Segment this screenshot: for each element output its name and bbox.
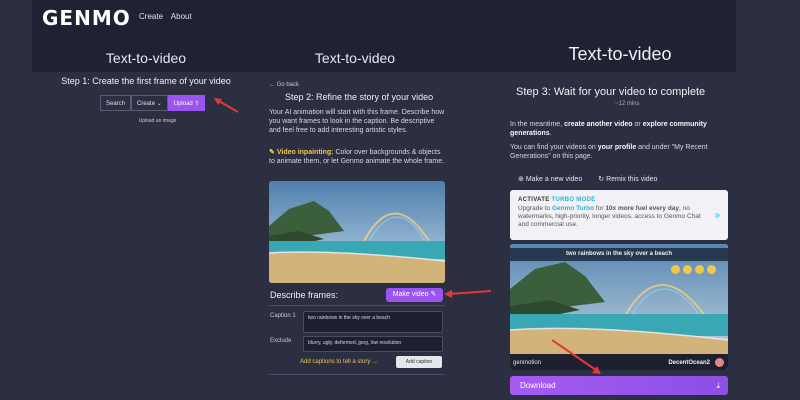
- username[interactable]: DecentOcean2: [668, 360, 710, 366]
- turbo-text: Upgrade to Genmo Turbo for 10x more fuel…: [518, 205, 708, 229]
- pointer-arrow: [551, 339, 601, 374]
- panel2-description: Your AI animation will start with this f…: [269, 109, 445, 134]
- genmo-logo[interactable]: GENMO: [42, 6, 131, 30]
- video-caption: two rainbows in the sky over a beach: [510, 248, 728, 261]
- main-nav: Create About: [139, 12, 198, 21]
- emoji-icon[interactable]: [695, 265, 704, 274]
- meantime-pre: In the meantime,: [510, 121, 565, 128]
- pointer-arrow: [214, 98, 239, 113]
- panel2-title: Text-to-video: [314, 50, 396, 66]
- create-tab[interactable]: Create ⌄: [131, 95, 168, 111]
- download-button[interactable]: Download ⤓: [510, 376, 728, 395]
- make-new-video-button[interactable]: ⊕ Make a new video: [518, 175, 582, 183]
- emoji-icon[interactable]: [683, 265, 692, 274]
- caption-input[interactable]: two rainbows in the sky over a beach: [303, 311, 443, 333]
- turbo-mode-banner[interactable]: ACTIVATE TURBO MODE Upgrade to Genmo Tur…: [510, 190, 728, 240]
- add-caption-button[interactable]: Add caption: [396, 356, 442, 368]
- make-new-video-label: Make a new video: [525, 176, 583, 183]
- turbo-activate: ACTIVATE: [518, 197, 550, 203]
- turbo-name: Genmo Turbo: [551, 205, 595, 212]
- source-tabs: Search Create ⌄ Upload ⇧: [100, 95, 206, 111]
- pencil-icon: ✎: [269, 149, 275, 156]
- make-video-button[interactable]: Make video ✎: [386, 288, 443, 302]
- search-tab-label: Search: [106, 101, 126, 107]
- turbo-fuel: 10x more fuel every day: [605, 205, 680, 212]
- panel1-title: Text-to-video: [105, 50, 187, 66]
- panel3-step-text: Step 3: Wait for your video to complete: [516, 86, 706, 98]
- make-video-label: Make video: [392, 291, 429, 298]
- upload-image-link[interactable]: Upload an image: [100, 118, 215, 124]
- exclude-label: Exclude: [270, 338, 292, 344]
- emoji-icon[interactable]: [707, 265, 716, 274]
- video-actions: ⊕ Make a new video ↻ Remix this video: [518, 175, 673, 183]
- turbo-mid: for: [594, 205, 606, 212]
- caption-label: Caption 1: [270, 313, 296, 319]
- add-caption-label: Add caption: [405, 359, 433, 365]
- turbo-mode: TURBO MODE: [551, 197, 596, 203]
- download-icon: ⤓: [716, 381, 720, 390]
- inpainting-label: Video inpainting:: [276, 149, 334, 156]
- upload-tab[interactable]: Upload ⇧: [167, 95, 206, 111]
- profile-text: You can find your videos on your profile…: [510, 143, 730, 161]
- frame-preview-image[interactable]: [269, 181, 445, 283]
- panel3-title: Text-to-video: [568, 44, 672, 64]
- turbo-heading: ACTIVATE TURBO MODE: [518, 197, 720, 203]
- edit-icon: ✎: [430, 291, 437, 298]
- eta-label: ~12 mins: [615, 101, 640, 107]
- remix-video-button[interactable]: ↻ Remix this video: [598, 175, 657, 183]
- emoji-icon[interactable]: [671, 265, 680, 274]
- meantime-mid: or: [632, 121, 643, 128]
- avatar[interactable]: [715, 358, 724, 367]
- go-back-link[interactable]: ← Go back: [269, 82, 299, 88]
- panel2-step: Step 2: Refine the story of your video: [285, 92, 434, 102]
- nav-create[interactable]: Create: [139, 12, 163, 21]
- genmotion-brand: genmotion: [513, 360, 542, 366]
- inpainting-note: ✎ Video inpainting: Color over backgroun…: [269, 148, 447, 166]
- describe-frames-label: Describe frames:: [270, 290, 339, 300]
- profile-link[interactable]: your profile: [598, 144, 637, 151]
- chevron-right-icon: »: [714, 210, 720, 221]
- remix-video-label: Remix this video: [606, 176, 658, 183]
- upload-icon: ⇧: [194, 101, 200, 107]
- add-captions-link[interactable]: Add captions to tell a story →: [300, 359, 378, 365]
- create-another-link[interactable]: create another video: [564, 121, 632, 128]
- plus-circle-icon: ⊕: [518, 176, 524, 183]
- download-label: Download: [520, 381, 556, 390]
- exclude-input[interactable]: blurry, ugly, deformed, jpeg, low resolu…: [303, 336, 443, 352]
- chevron-down-icon: ⌄: [156, 101, 162, 107]
- meantime-text: In the meantime, create another video or…: [510, 120, 730, 138]
- search-tab[interactable]: Search: [100, 95, 132, 111]
- upload-tab-label: Upload: [173, 101, 193, 107]
- video-preview-card[interactable]: two rainbows in the sky over a beach gen…: [510, 244, 728, 370]
- reaction-icons: [668, 265, 716, 274]
- nav-about[interactable]: About: [171, 12, 192, 21]
- turbo-pre: Upgrade to: [518, 205, 552, 212]
- profile-pre: You can find your videos on: [510, 144, 598, 151]
- refresh-icon: ↻: [598, 176, 605, 183]
- divider: [269, 374, 445, 375]
- create-tab-label: Create: [137, 101, 156, 107]
- panel1-step: Step 1: Create the first frame of your v…: [61, 76, 231, 86]
- divider: [269, 305, 445, 306]
- pointer-arrow: [444, 290, 492, 298]
- panel3-step: Step 3: Wait for your video to complete: [516, 86, 705, 98]
- meantime-end: .: [549, 130, 552, 137]
